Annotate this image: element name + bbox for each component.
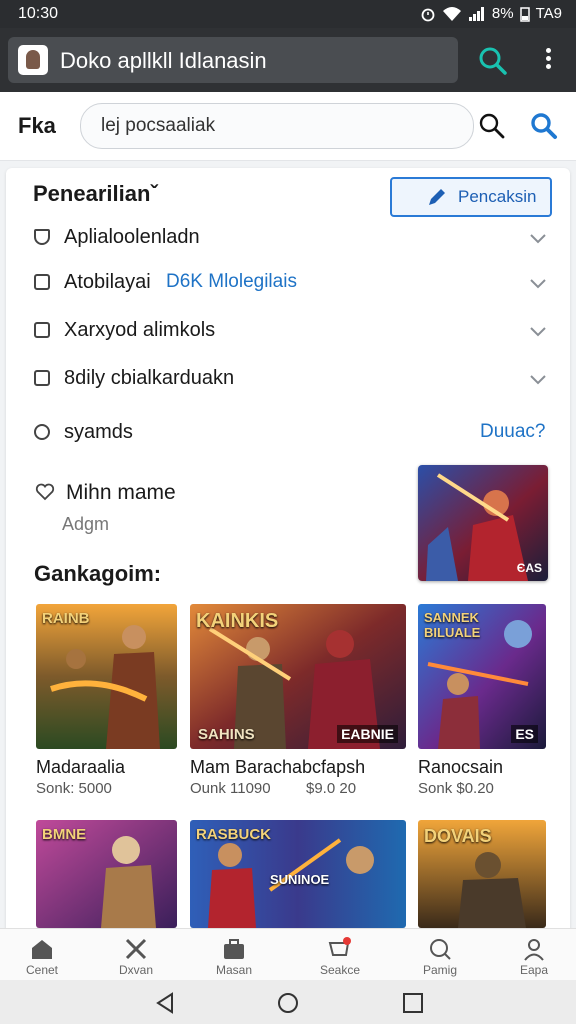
filter-row-label: 8dily cbialkarduakn — [64, 367, 235, 389]
search-icon[interactable] — [478, 112, 506, 140]
nav-item-search[interactable]: Pamig — [392, 929, 488, 981]
nav-item-tools[interactable]: Dxvan — [88, 929, 184, 981]
status-icons: 8% TA9 — [420, 5, 562, 22]
chevron-down-icon[interactable] — [528, 317, 548, 347]
game-art-title: DOVAIS — [424, 826, 492, 846]
game-art-badge: EABNIE — [337, 725, 398, 743]
nav-label: Seakce — [319, 963, 361, 977]
game-tile-6[interactable]: DOVAIS — [418, 820, 546, 928]
calendar-icon — [34, 370, 50, 386]
game-tile-1[interactable]: RAINB — [36, 604, 177, 749]
bottom-navigation: Cenet Dxvan Masan Seakce Pamig Eapa — [0, 928, 576, 981]
status-time: 10:30 — [18, 5, 59, 22]
game-tile-5[interactable]: RASBUCK SUNINOE — [190, 820, 406, 928]
game-art-title: RAINB — [42, 610, 90, 627]
site-favicon-icon — [18, 45, 48, 75]
chevron-down-icon[interactable] — [528, 269, 548, 299]
nav-item-briefcase[interactable]: Masan — [186, 929, 282, 981]
recents-icon[interactable] — [402, 992, 424, 1014]
game-price-alt: $9.0 20 — [306, 780, 357, 797]
game-price: Sonk: 5000 — [36, 780, 112, 797]
game-art-title: KAINKIS — [196, 610, 279, 632]
favorite-subtitle: Adgm — [62, 514, 110, 534]
more-menu-icon[interactable] — [540, 45, 556, 75]
sounds-row[interactable]: syamds Duuac? — [34, 417, 554, 451]
edit-box-icon — [34, 322, 50, 338]
game-art-caption: SAHINS — [198, 726, 255, 743]
game-art-title: SANNEK BILUALE — [424, 610, 481, 640]
search-icon — [430, 939, 451, 960]
game-price: Sonk $0.20 — [418, 780, 494, 797]
status-clock-right: TA9 — [535, 5, 562, 22]
filters-title: Penearilianˇ — [33, 181, 158, 206]
signal-icon — [468, 6, 484, 21]
game-name[interactable]: Ranocsain — [418, 757, 503, 778]
brand-logo-text: Fka — [18, 113, 56, 138]
home-icon — [32, 940, 52, 959]
shield-check-icon — [34, 229, 50, 245]
game-tile-2[interactable]: KAINKIS SAHINS EABNIE — [190, 604, 406, 749]
status-bar: 10:30 8% TA9 — [0, 0, 576, 28]
nav-label: Cenet — [25, 963, 59, 977]
game-tile-3[interactable]: SANNEK BILUALE ES — [418, 604, 546, 749]
search-submit-icon[interactable] — [530, 112, 558, 140]
search-icon[interactable] — [478, 46, 508, 76]
search-input[interactable]: lej pocsaaliak — [80, 103, 474, 149]
nav-label: Eapa — [519, 963, 549, 977]
alarm-icon — [421, 8, 435, 21]
filter-row-1[interactable]: Aplialoolenladn — [34, 222, 554, 256]
nav-label: Masan — [215, 963, 253, 977]
wifi-icon — [442, 6, 461, 21]
search-placeholder: lej pocsaaliak — [101, 115, 216, 136]
filter-row-label: Aplialoolenladn — [64, 226, 200, 248]
game-name[interactable]: Madaraalia — [36, 757, 125, 778]
page-tab-title: Doko apllkll Idlanasin — [60, 48, 267, 73]
game-tile-4[interactable]: BMNE — [36, 820, 177, 928]
briefcase-icon — [224, 939, 244, 959]
search-filter-button[interactable]: Pencaksin — [390, 177, 552, 217]
game-name[interactable]: Mam Barachabcfapsh — [190, 757, 365, 778]
category-title: Gankagoim: — [34, 561, 162, 586]
crossed-tools-icon — [125, 938, 147, 960]
clock-icon — [34, 424, 50, 440]
game-art-title: RASBUCK — [196, 826, 271, 843]
battery-icon — [519, 6, 530, 22]
battery-percent: 8% — [491, 5, 514, 22]
filter-row-label: Atobilayai — [64, 271, 151, 293]
profile-icon — [524, 939, 544, 961]
pencil-icon — [429, 189, 445, 205]
sounds-link[interactable]: Duuac? — [480, 421, 546, 443]
nav-item-profile[interactable]: Eapa — [486, 929, 576, 981]
chevron-down-icon[interactable] — [528, 224, 548, 254]
sounds-label: syamds — [64, 421, 133, 443]
browser-toolbar: Doko apllkll Idlanasin — [0, 28, 576, 92]
back-icon[interactable] — [154, 992, 176, 1014]
featured-game-image[interactable]: ЄAS — [418, 465, 548, 581]
featured-tag: ЄAS — [516, 561, 542, 575]
search-filter-button-label: Pencaksin — [458, 187, 537, 206]
heart-icon[interactable] — [35, 482, 55, 502]
game-art-badge: ES — [511, 725, 538, 743]
nav-label: Dxvan — [118, 963, 153, 977]
system-navigation-bar — [0, 980, 576, 1024]
filter-row-link[interactable]: D6K Mlolegilais — [166, 271, 297, 293]
game-art-caption: SUNINOE — [270, 872, 330, 887]
address-bar[interactable]: Doko apllkll Idlanasin — [8, 37, 458, 83]
nav-item-home[interactable]: Cenet — [0, 929, 90, 981]
nav-label: Pamig — [422, 963, 457, 977]
home-button-icon[interactable] — [277, 992, 299, 1014]
game-art-title: BMNE — [42, 826, 87, 843]
filter-row-2[interactable]: Atobilayai D6K Mlolegilais — [34, 267, 554, 301]
checkbox-icon — [34, 274, 50, 290]
favorite-title: Mihn mame — [66, 481, 176, 504]
filter-row-label: Xarxyod alimkols — [64, 319, 216, 341]
nav-item-cart[interactable]: Seakce — [292, 929, 388, 981]
filter-row-4[interactable]: 8dily cbialkarduakn — [34, 363, 554, 397]
game-price: Ounk 11090 — [190, 780, 271, 797]
cart-icon — [328, 937, 351, 956]
filter-row-3[interactable]: Xarxyod alimkols — [34, 315, 554, 349]
chevron-down-icon[interactable] — [528, 365, 548, 395]
search-header: Fka lej pocsaaliak — [0, 92, 576, 161]
